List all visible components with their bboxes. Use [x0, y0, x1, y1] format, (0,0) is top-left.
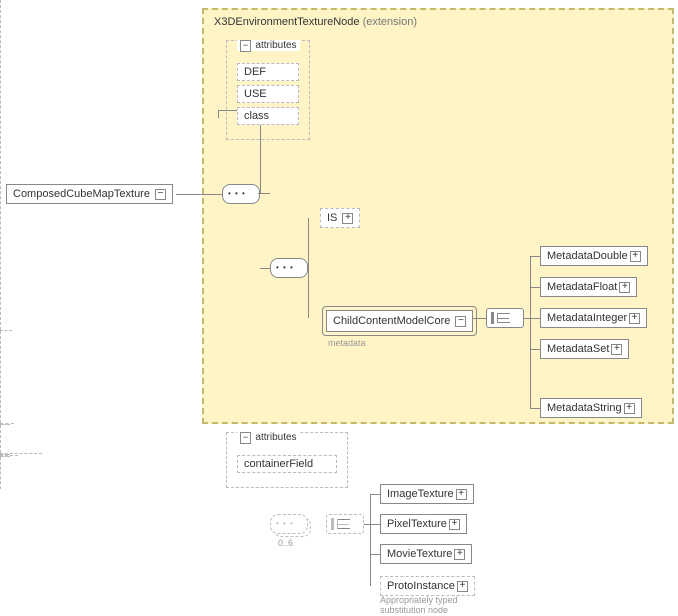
attribute-def[interactable]: DEF [237, 63, 299, 81]
label: PixelTexture [387, 518, 447, 530]
sequence-indicator-optional: • • • [270, 514, 308, 534]
attributes-heading: −attributes [237, 432, 300, 443]
sequence-indicator: • • • [222, 184, 260, 204]
movie-texture[interactable]: MovieTexture+ [380, 544, 472, 564]
expand-icon[interactable]: + [454, 549, 465, 560]
minus-icon[interactable]: − [240, 432, 251, 444]
connector-dashed [0, 331, 1, 423]
image-texture[interactable]: ImageTexture+ [380, 484, 474, 504]
expand-icon[interactable]: + [457, 581, 468, 592]
expand-icon[interactable]: + [619, 282, 630, 293]
label: MetadataString [547, 402, 622, 414]
label: MetadataFloat [547, 281, 617, 293]
attribute-containerfield[interactable]: containerField [237, 455, 337, 473]
connector [308, 218, 309, 318]
connector [370, 554, 380, 555]
connector [530, 349, 540, 350]
label: ImageTexture [387, 488, 454, 500]
cardinality-label: 0..6 [278, 538, 293, 548]
connector [258, 193, 270, 194]
label: MetadataSet [547, 343, 609, 355]
expand-icon[interactable]: + [611, 344, 622, 355]
child-content-label: ChildContentModelCore [333, 315, 450, 327]
child-content-model-core[interactable]: ChildContentModelCore − [326, 310, 473, 332]
textures-note: Appropriately typedsubstitution node [380, 596, 458, 616]
pixel-texture[interactable]: PixelTexture+ [380, 514, 467, 534]
metadata-set[interactable]: MetadataSet+ [540, 339, 629, 359]
connector-dashed [0, 0, 1, 330]
label: MetadataInteger [547, 312, 627, 324]
expand-icon[interactable]: + [630, 251, 641, 262]
metadata-double[interactable]: MetadataDouble+ [540, 246, 648, 266]
connector-dashed [0, 456, 10, 457]
connector [370, 524, 380, 525]
attribute-class[interactable]: class [237, 107, 299, 125]
metadata-string[interactable]: MetadataString+ [540, 398, 642, 418]
connector [370, 494, 371, 586]
collapse-icon[interactable]: − [455, 316, 466, 327]
choice-indicator-optional [326, 514, 364, 534]
connector [260, 268, 270, 269]
attributes-panel-lower: −attributes containerField [226, 432, 348, 488]
connector [530, 256, 540, 257]
metadata-float[interactable]: MetadataFloat+ [540, 277, 637, 297]
expand-icon[interactable]: + [456, 489, 467, 500]
connector [218, 110, 219, 118]
root-element-label: ComposedCubeMapTexture [13, 188, 150, 200]
metadata-integer[interactable]: MetadataInteger+ [540, 308, 647, 328]
expand-icon[interactable]: + [342, 213, 353, 224]
sequence-indicator: • • • [270, 258, 308, 278]
is-element[interactable]: IS + [320, 208, 360, 228]
expand-icon[interactable]: + [629, 313, 640, 324]
connector [472, 318, 486, 319]
attributes-heading: −attributes [237, 40, 300, 51]
metadata-sublabel: metadata [328, 338, 366, 348]
choice-indicator [486, 308, 524, 328]
expand-icon[interactable]: + [449, 519, 460, 530]
collapse-icon[interactable]: − [155, 189, 166, 200]
connector [530, 287, 540, 288]
connector [0, 425, 1, 453]
schema-diagram: X3DEnvironmentTextureNode (extension) Co… [0, 0, 678, 608]
proto-instance[interactable]: ProtoInstance+ [380, 576, 475, 596]
label: MovieTexture [387, 548, 452, 560]
is-element-label: IS [327, 212, 337, 224]
root-element[interactable]: ComposedCubeMapTexture − [6, 184, 173, 204]
extension-title: X3DEnvironmentTextureNode (extension) [214, 16, 417, 28]
connector-dashed [0, 424, 10, 425]
minus-icon[interactable]: − [240, 40, 251, 52]
attribute-use[interactable]: USE [237, 85, 299, 103]
connector [530, 349, 531, 380]
connector-dashed [0, 457, 1, 489]
connector [530, 408, 540, 409]
expand-icon[interactable]: + [624, 403, 635, 414]
connector [370, 494, 380, 495]
label: MetadataDouble [547, 250, 628, 262]
attributes-panel: −attributes DEF USE class [226, 40, 310, 140]
connector-dashed [0, 330, 12, 331]
connector [176, 194, 222, 195]
connector [530, 256, 531, 408]
group-container: ChildContentModelCore − [322, 306, 477, 336]
connector [530, 318, 540, 319]
label: ProtoInstance [387, 580, 455, 592]
